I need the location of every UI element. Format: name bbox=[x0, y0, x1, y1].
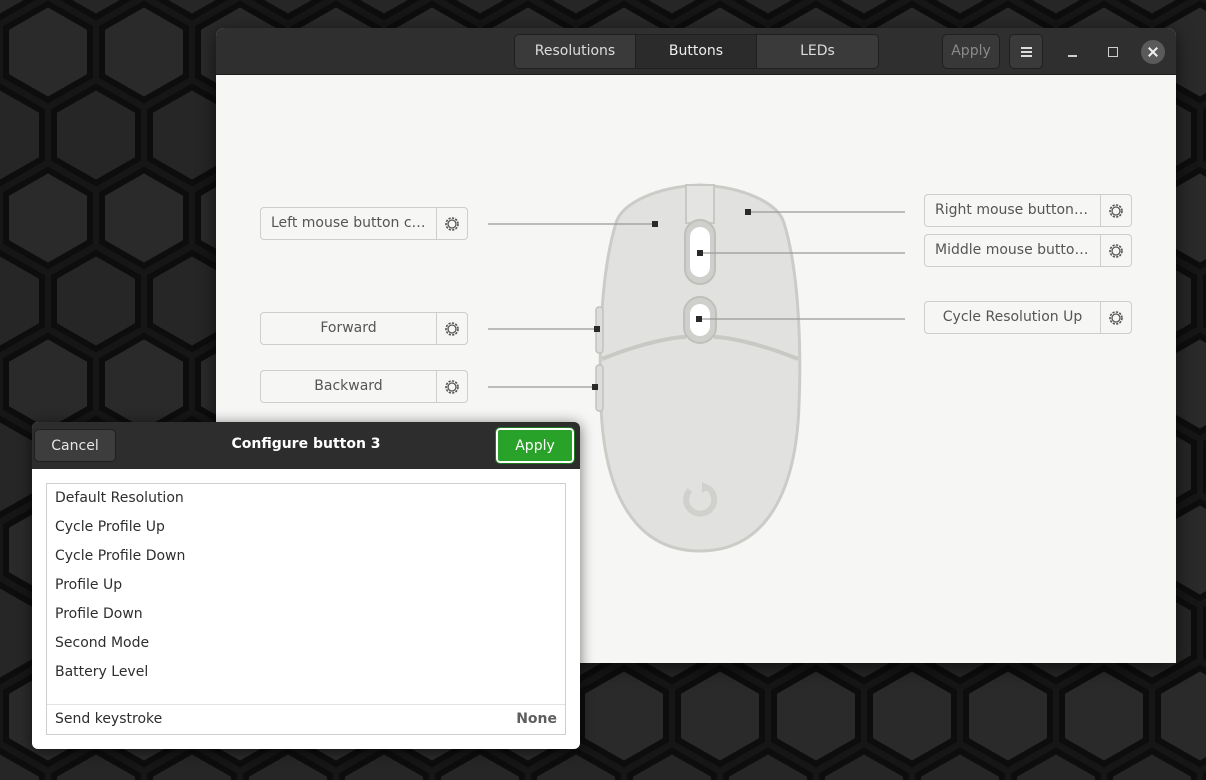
left-click-label: Left mouse button click bbox=[271, 215, 436, 231]
send-keystroke-row[interactable]: Send keystroke None bbox=[47, 705, 565, 734]
forward-button-row[interactable]: Forward bbox=[260, 312, 468, 345]
list-item[interactable]: Default Resolution bbox=[47, 484, 565, 513]
view-switcher: Resolutions Buttons LEDs bbox=[514, 34, 879, 69]
list-item[interactable]: Second Mode bbox=[47, 629, 565, 658]
list-item[interactable]: Cycle Profile Up bbox=[47, 513, 565, 542]
send-keystroke-value: None bbox=[516, 711, 557, 727]
right-click-label: Right mouse button c… bbox=[935, 202, 1100, 218]
left-click-button-row[interactable]: Left mouse button click bbox=[260, 207, 468, 240]
action-list: Default Resolution Cycle Profile Up Cycl… bbox=[46, 483, 566, 735]
cycle-resolution-button-row[interactable]: Cycle Resolution Up bbox=[924, 301, 1132, 334]
backward-label: Backward bbox=[314, 378, 383, 394]
gear-icon[interactable] bbox=[436, 313, 467, 344]
right-click-button-row[interactable]: Right mouse button c… bbox=[924, 194, 1132, 227]
tab-resolutions[interactable]: Resolutions bbox=[515, 35, 636, 68]
gear-icon[interactable] bbox=[1100, 235, 1131, 266]
tab-leds[interactable]: LEDs bbox=[757, 35, 878, 68]
list-item[interactable]: Profile Down bbox=[47, 600, 565, 629]
forward-label: Forward bbox=[320, 320, 377, 336]
maximize-icon[interactable] bbox=[1101, 40, 1125, 64]
gear-icon[interactable] bbox=[436, 371, 467, 402]
headerbar: Resolutions Buttons LEDs Apply bbox=[216, 28, 1176, 75]
send-keystroke-label: Send keystroke bbox=[55, 711, 163, 727]
hamburger-menu-icon-bar bbox=[1021, 55, 1032, 57]
popover-title: Configure button 3 bbox=[231, 436, 381, 452]
middle-click-label: Middle mouse button… bbox=[935, 242, 1098, 258]
configure-button-popover: Cancel Configure button 3 Apply Default … bbox=[32, 422, 580, 749]
hamburger-menu-icon-bar bbox=[1021, 51, 1032, 53]
cancel-button[interactable]: Cancel bbox=[34, 429, 116, 462]
hamburger-menu-button[interactable] bbox=[1009, 34, 1043, 69]
close-icon[interactable] bbox=[1141, 40, 1165, 64]
headerbar-apply-button[interactable]: Apply bbox=[942, 34, 1000, 69]
apply-button[interactable]: Apply bbox=[495, 427, 575, 464]
list-item[interactable]: Battery Level bbox=[47, 658, 565, 687]
gear-icon[interactable] bbox=[1100, 195, 1131, 226]
hamburger-menu-icon bbox=[1021, 47, 1032, 49]
middle-click-button-row[interactable]: Middle mouse button… bbox=[924, 234, 1132, 267]
minimize-icon[interactable] bbox=[1061, 40, 1085, 64]
cycle-resolution-label: Cycle Resolution Up bbox=[942, 309, 1083, 325]
backward-button-row[interactable]: Backward bbox=[260, 370, 468, 403]
list-item[interactable]: Cycle Profile Down bbox=[47, 542, 565, 571]
tab-buttons[interactable]: Buttons bbox=[636, 35, 757, 68]
list-item[interactable]: Profile Up bbox=[47, 571, 565, 600]
gear-icon[interactable] bbox=[1100, 302, 1131, 333]
popover-header: Cancel Configure button 3 Apply bbox=[32, 422, 580, 469]
gear-icon[interactable] bbox=[436, 208, 467, 239]
